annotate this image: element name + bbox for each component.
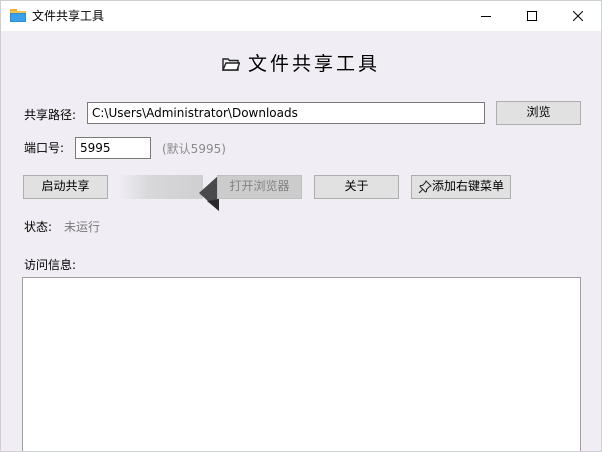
add-context-menu-label: 添加右键菜单	[431, 179, 504, 193]
port-input[interactable]: 5995	[75, 137, 151, 159]
page-heading: 文件共享工具	[1, 51, 601, 77]
about-button[interactable]: 关于	[314, 175, 399, 199]
title-bar[interactable]: 文件共享工具	[1, 1, 601, 31]
port-label: 端口号:	[24, 141, 65, 155]
app-window: 文件共享工具 文件共享工具 共享路径: C:\Users\Administrat…	[0, 0, 602, 452]
folder-icon	[221, 58, 240, 71]
page-title: 文件共享工具	[247, 53, 380, 75]
arrow-shape-icon	[199, 175, 219, 211]
port-hint: (默认5995)	[162, 142, 226, 156]
close-icon	[573, 11, 583, 21]
open-browser-button[interactable]: 打开浏览器	[217, 175, 302, 199]
minimize-icon	[481, 16, 491, 17]
maximize-icon	[527, 11, 537, 21]
browse-button[interactable]: 浏览	[496, 101, 581, 125]
access-info-label: 访问信息:	[24, 258, 77, 272]
close-button[interactable]	[555, 1, 601, 31]
blank-button	[119, 175, 203, 199]
status-value: 未运行	[64, 220, 101, 234]
start-share-button[interactable]: 启动共享	[23, 175, 108, 199]
access-info-textarea[interactable]	[22, 277, 581, 451]
pin-icon	[418, 180, 432, 194]
status-label: 状态:	[24, 220, 53, 234]
folder-app-icon	[10, 9, 26, 22]
share-path-input[interactable]: C:\Users\Administrator\Downloads	[87, 102, 485, 124]
window-title: 文件共享工具	[32, 9, 105, 23]
add-context-menu-button[interactable]: 添加右键菜单	[411, 175, 511, 199]
client-area: 文件共享工具 共享路径: C:\Users\Administrator\Down…	[1, 31, 601, 451]
minimize-button[interactable]	[463, 1, 509, 31]
maximize-button[interactable]	[509, 1, 555, 31]
share-path-label: 共享路径:	[24, 108, 77, 122]
